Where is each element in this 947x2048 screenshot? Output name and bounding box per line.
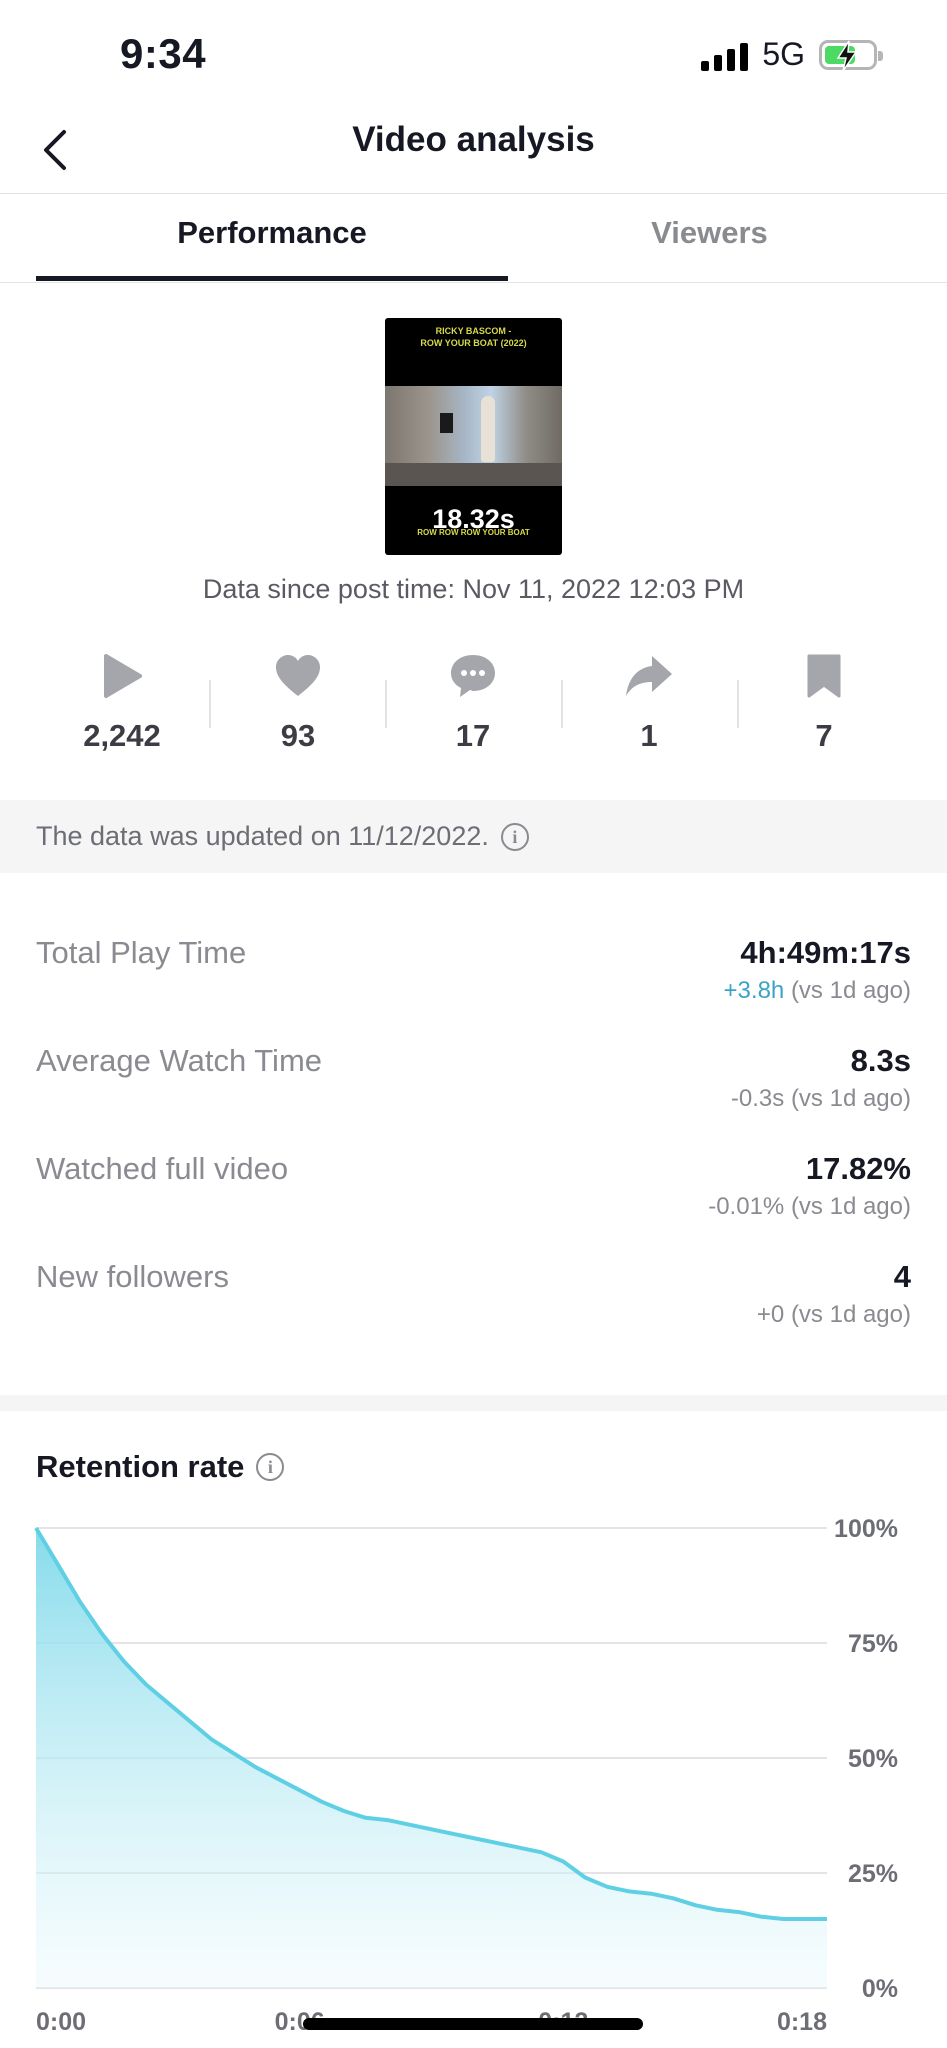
views-count: 2,242 — [83, 718, 161, 753]
stat-likes: 93 — [210, 648, 386, 754]
metric-value: 17.82% — [805, 1151, 911, 1186]
stat-comments: 17 — [385, 648, 561, 754]
data-since-text: Data since post time: Nov 11, 2022 12:03… — [202, 574, 745, 604]
signal-icon — [701, 39, 749, 71]
metric-label: Total Play Time — [36, 935, 247, 970]
info-icon[interactable]: i — [500, 822, 529, 851]
saves-count: 7 — [815, 718, 833, 753]
comments-count: 17 — [455, 718, 491, 753]
metric-compare: (vs 1d ago) — [790, 1085, 911, 1112]
heart-icon — [276, 655, 320, 696]
metric-label: Watched full video — [36, 1151, 289, 1186]
stat-shares: 1 — [561, 648, 737, 754]
nav-divider — [0, 193, 947, 194]
tab-performance[interactable]: Performance — [36, 215, 508, 251]
metric-value: 8.3s — [850, 1043, 911, 1078]
metric-value: 4h:49m:17s — [740, 935, 911, 970]
metric-compare: (vs 1d ago) — [790, 1193, 911, 1220]
retention-title: Retention rate — [36, 1449, 245, 1484]
video-title-line2: ROW YOUR BOAT (2022) — [420, 338, 527, 348]
share-icon — [626, 656, 672, 696]
tab-divider — [0, 282, 947, 283]
metric-delta: -0.3s — [730, 1085, 785, 1112]
performer-figure — [481, 396, 495, 462]
status-indicators: 5G — [701, 36, 883, 73]
video-thumbnail[interactable]: RICKY BASCOM - ROW YOUR BOAT (2022) ROW R… — [385, 318, 562, 555]
info-icon[interactable]: i — [256, 1453, 285, 1481]
y-tick-label: 100% — [834, 1515, 898, 1543]
section-divider — [0, 1395, 947, 1411]
comment-icon — [451, 655, 495, 697]
metric-change: -0.01% (vs 1d ago) — [708, 1193, 911, 1221]
metric-value: 4 — [893, 1259, 911, 1294]
stat-views: 2,242 — [34, 648, 210, 754]
metric-change: +0 (vs 1d ago) — [757, 1301, 911, 1329]
metric-compare: (vs 1d ago) — [790, 1301, 911, 1328]
y-tick-label: 0% — [862, 1975, 898, 2003]
battery-icon — [819, 39, 883, 71]
tab-viewers[interactable]: Viewers — [508, 215, 911, 251]
y-tick-label: 75% — [848, 1630, 898, 1658]
network-label: 5G — [762, 36, 805, 72]
y-tick-label: 50% — [848, 1745, 898, 1773]
page-title: Video analysis — [352, 120, 595, 159]
home-indicator — [303, 2018, 643, 2030]
x-tick-label: 0:00 — [36, 2008, 86, 2036]
speaker-figure — [440, 413, 453, 433]
retention-chart: 100%75%50%25%0% 0:000:060:120:18 — [34, 1515, 898, 2036]
status-time: 9:34 — [120, 30, 207, 77]
metric-label: Average Watch Time — [36, 1043, 323, 1078]
x-tick-label: 0:18 — [777, 2008, 827, 2036]
tab-active-indicator — [36, 276, 508, 281]
updated-text: The data was updated on 11/12/2022. — [36, 821, 489, 851]
video-duration: 18.32s — [432, 504, 515, 534]
bookmark-icon — [807, 654, 841, 698]
stat-saves: 7 — [736, 648, 912, 754]
metric-delta: -0.01% — [708, 1193, 785, 1220]
play-icon — [104, 654, 142, 698]
metric-change: +3.8h (vs 1d ago) — [724, 977, 911, 1005]
metric-compare: (vs 1d ago) — [790, 977, 911, 1004]
metric-delta: +3.8h — [723, 977, 785, 1004]
likes-count: 93 — [280, 718, 316, 753]
metric-delta: +0 — [756, 1301, 785, 1328]
video-title-line1: RICKY BASCOM - — [435, 326, 512, 336]
y-tick-label: 25% — [848, 1860, 898, 1888]
metric-change: -0.3s (vs 1d ago) — [731, 1085, 911, 1113]
shares-count: 1 — [640, 718, 658, 753]
metric-label: New followers — [36, 1259, 229, 1294]
